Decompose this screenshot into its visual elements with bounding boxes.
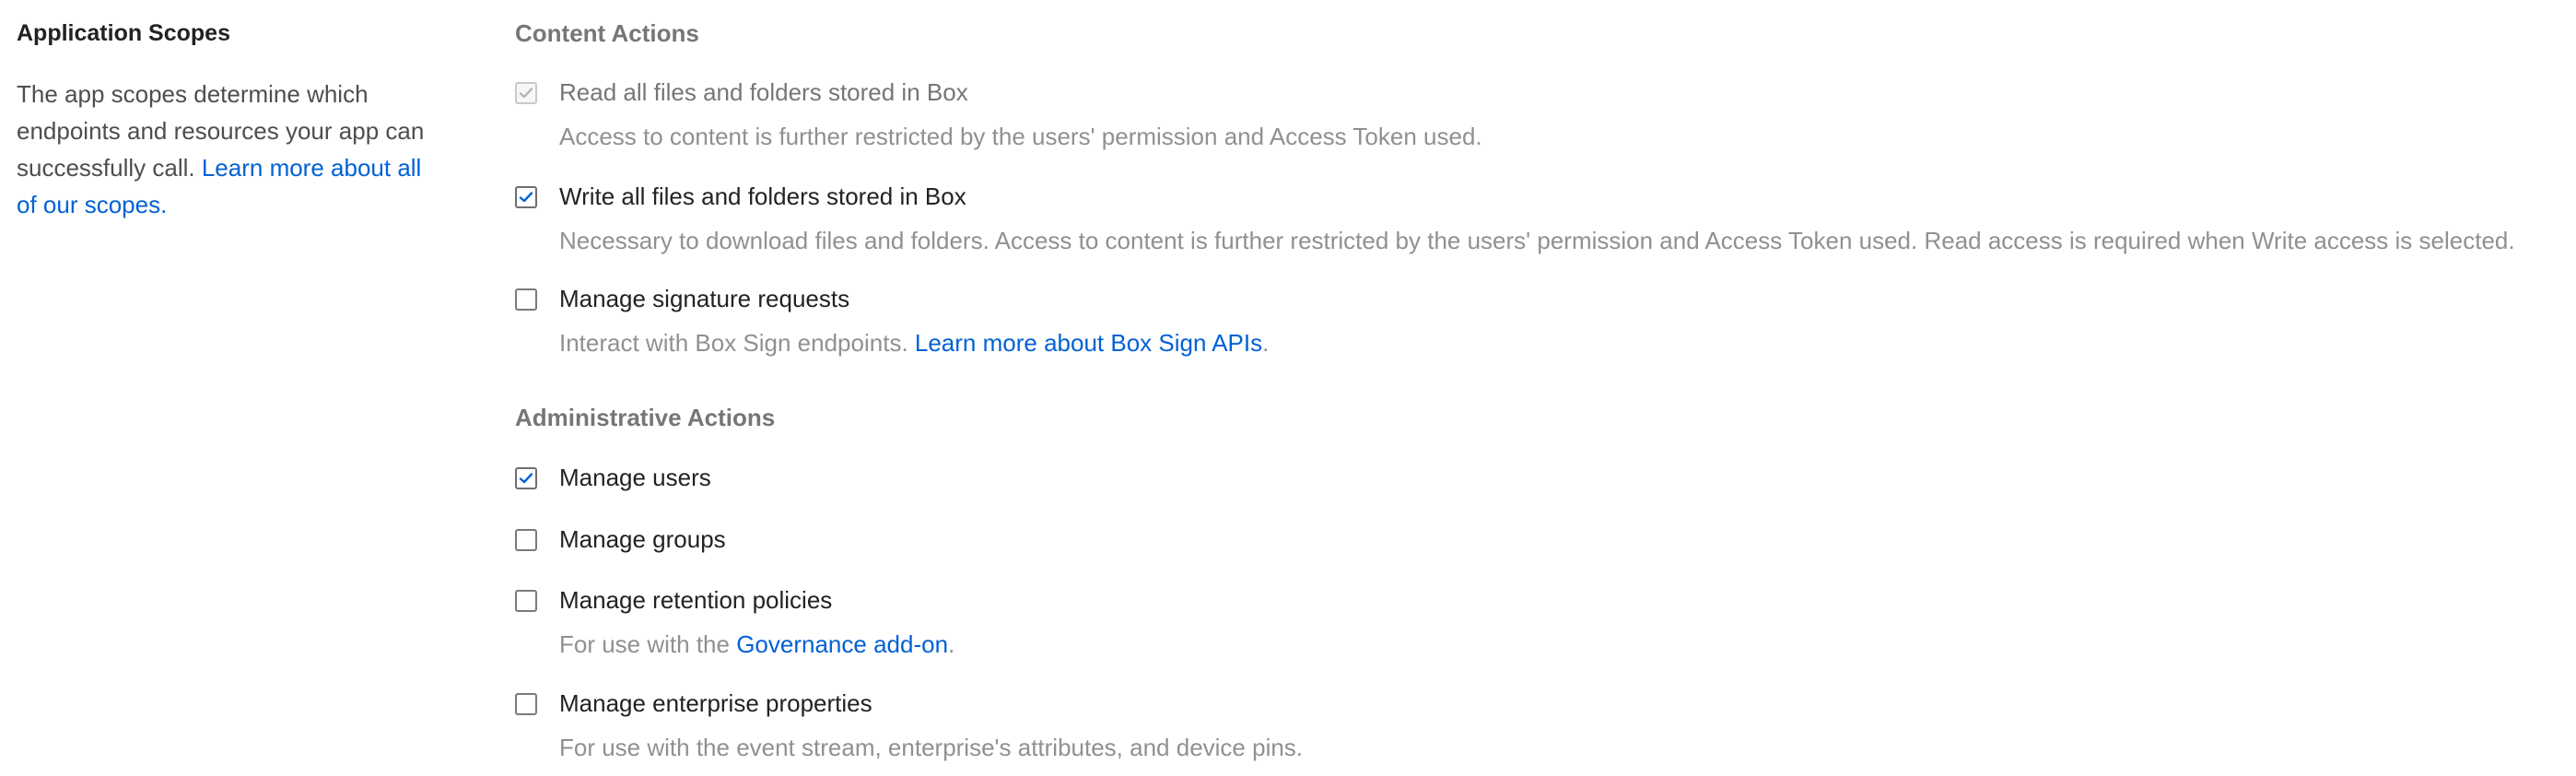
manage-retention-label: Manage retention policies	[559, 586, 833, 614]
scopes-description: The app scopes determine which endpoints…	[17, 76, 440, 223]
manage-groups-checkbox[interactable]	[515, 529, 537, 551]
manage-signature-help-text: Interact with Box Sign endpoints.	[559, 329, 915, 357]
section-heading: Application Scopes	[17, 20, 230, 46]
administrative-actions-title: Administrative Actions	[515, 404, 776, 431]
read-files-help: Access to content is further restricted …	[559, 123, 1482, 150]
manage-signature-checkbox[interactable]	[515, 288, 537, 311]
manage-enterprise-checkbox[interactable]	[515, 693, 537, 715]
checkmark-icon	[519, 192, 533, 203]
checkmark-icon	[519, 88, 533, 99]
manage-signature-label: Manage signature requests	[559, 285, 850, 312]
read-files-label: Read all files and folders stored in Box	[559, 78, 968, 106]
manage-retention-help-suffix: .	[948, 630, 955, 658]
manage-signature-help: Interact with Box Sign endpoints. Learn …	[559, 328, 1269, 358]
manage-users-label: Manage users	[559, 464, 711, 491]
manage-users-checkbox[interactable]	[515, 467, 537, 489]
content-actions-title: Content Actions	[515, 19, 699, 47]
box-sign-apis-link[interactable]: Learn more about Box Sign APIs	[915, 329, 1262, 357]
manage-enterprise-label: Manage enterprise properties	[559, 689, 872, 717]
manage-enterprise-help: For use with the event stream, enterpris…	[559, 734, 1304, 761]
read-files-checkbox[interactable]	[515, 82, 537, 104]
manage-signature-help-suffix: .	[1262, 329, 1270, 357]
scopes-description-panel: Application Scopes The app scopes determ…	[17, 18, 440, 223]
write-files-label: Write all files and folders stored in Bo…	[559, 182, 966, 210]
manage-groups-label: Manage groups	[559, 525, 726, 553]
governance-addon-link[interactable]: Governance add-on	[736, 630, 948, 658]
manage-retention-help-text: For use with the	[559, 630, 737, 658]
write-files-checkbox[interactable]	[515, 186, 537, 208]
manage-retention-help: For use with the Governance add-on.	[559, 629, 954, 659]
write-files-help: Necessary to download files and folders.…	[559, 227, 2515, 254]
manage-retention-checkbox[interactable]	[515, 590, 537, 612]
checkmark-icon	[519, 473, 533, 484]
